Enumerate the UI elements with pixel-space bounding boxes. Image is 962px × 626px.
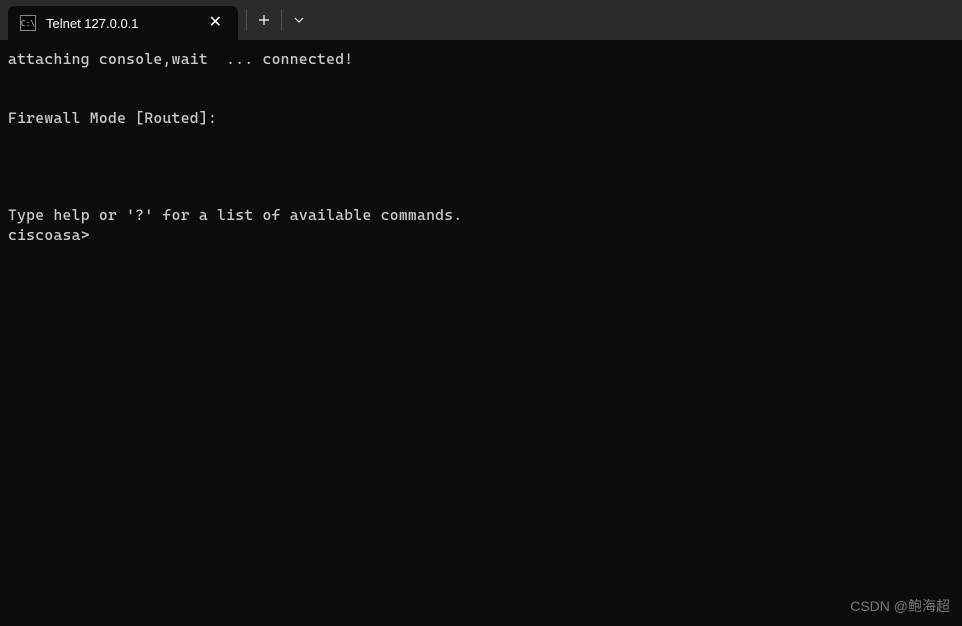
title-bar-controls (238, 0, 314, 40)
tab-title: Telnet 127.0.0.1 (46, 16, 139, 31)
divider (281, 10, 282, 30)
title-bar: C:\ Telnet 127.0.0.1 ✕ (0, 0, 962, 40)
watermark: CSDN @鲍海超 (850, 596, 950, 616)
new-tab-button[interactable] (249, 5, 279, 35)
tab-content: C:\ Telnet 127.0.0.1 (20, 15, 139, 31)
terminal-line: attaching console,wait ... connected! (8, 50, 353, 68)
active-tab[interactable]: C:\ Telnet 127.0.0.1 ✕ (8, 6, 238, 40)
terminal-prompt: ciscoasa> (8, 226, 90, 244)
terminal-output[interactable]: attaching console,wait ... connected! Fi… (0, 40, 962, 255)
close-tab-button[interactable]: ✕ (203, 13, 228, 33)
plus-icon (258, 14, 270, 26)
terminal-icon: C:\ (20, 15, 36, 31)
divider (246, 10, 247, 30)
tab-dropdown-button[interactable] (284, 5, 314, 35)
terminal-line: Firewall Mode [Routed]: (8, 109, 217, 127)
chevron-down-icon (294, 17, 304, 23)
terminal-line: Type help or '?' for a list of available… (8, 206, 462, 224)
